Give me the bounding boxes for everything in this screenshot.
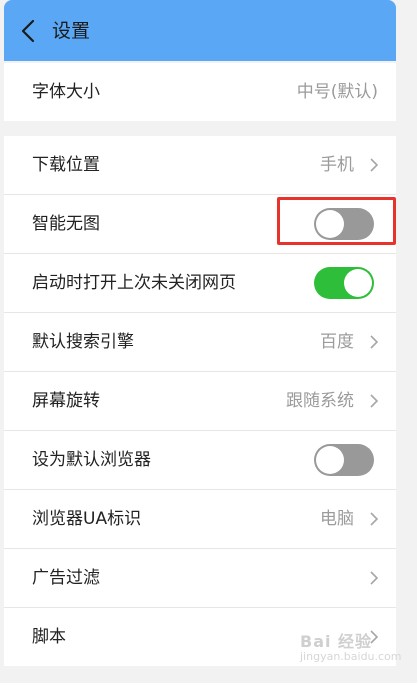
toggle-knob xyxy=(316,446,344,474)
row-label: 默认搜索引擎 xyxy=(32,332,134,352)
page-title: 设置 xyxy=(52,20,91,42)
chevron-right-icon xyxy=(370,571,378,585)
watermark-url: jingyan.baidu.com xyxy=(300,650,402,663)
row-font-size[interactable]: 字体大小 中号(默认) xyxy=(4,63,396,121)
settings-screen: 设置 字体大小 中号(默认) 下载位置 手机 智能无图 启动时打开上次未关闭网页… xyxy=(4,0,396,683)
default-browser-toggle[interactable] xyxy=(314,444,374,476)
row-value: 跟随系统 xyxy=(286,391,354,411)
chevron-right-icon xyxy=(370,335,378,349)
chevron-right-icon xyxy=(370,158,378,172)
row-value: 中号(默认) xyxy=(296,82,378,102)
chevron-right-icon xyxy=(370,512,378,526)
row-label: 脚本 xyxy=(32,627,66,647)
chevron-right-icon xyxy=(370,394,378,408)
row-label: 设为默认浏览器 xyxy=(32,450,151,470)
row-label: 屏幕旋转 xyxy=(32,391,100,411)
row-value: 百度 xyxy=(320,332,354,352)
restore-tabs-toggle[interactable] xyxy=(314,267,374,299)
row-label: 启动时打开上次未关闭网页 xyxy=(32,273,236,293)
row-screen-rotation[interactable]: 屏幕旋转 跟随系统 xyxy=(4,372,396,431)
toggle-knob xyxy=(344,269,372,297)
row-value: 手机 xyxy=(320,155,354,175)
row-default-browser: 设为默认浏览器 xyxy=(4,431,396,490)
row-label: 下载位置 xyxy=(32,155,100,175)
header-bar: 设置 xyxy=(4,0,396,61)
row-ua-identifier[interactable]: 浏览器UA标识 电脑 xyxy=(4,490,396,549)
annotation-highlight-box xyxy=(277,197,396,245)
row-label: 浏览器UA标识 xyxy=(32,509,142,529)
row-label: 智能无图 xyxy=(32,214,100,234)
settings-group-font: 字体大小 中号(默认) xyxy=(4,63,396,121)
row-search-engine[interactable]: 默认搜索引擎 百度 xyxy=(4,313,396,372)
row-restore-tabs: 启动时打开上次未关闭网页 xyxy=(4,254,396,313)
row-label: 广告过滤 xyxy=(32,568,100,588)
row-label: 字体大小 xyxy=(32,82,100,102)
row-download-location[interactable]: 下载位置 手机 xyxy=(4,136,396,195)
row-value: 电脑 xyxy=(320,509,354,529)
chevron-left-icon[interactable] xyxy=(18,18,38,44)
row-ad-filter[interactable]: 广告过滤 xyxy=(4,549,396,608)
watermark-logo: Bai 经验 xyxy=(300,632,373,651)
